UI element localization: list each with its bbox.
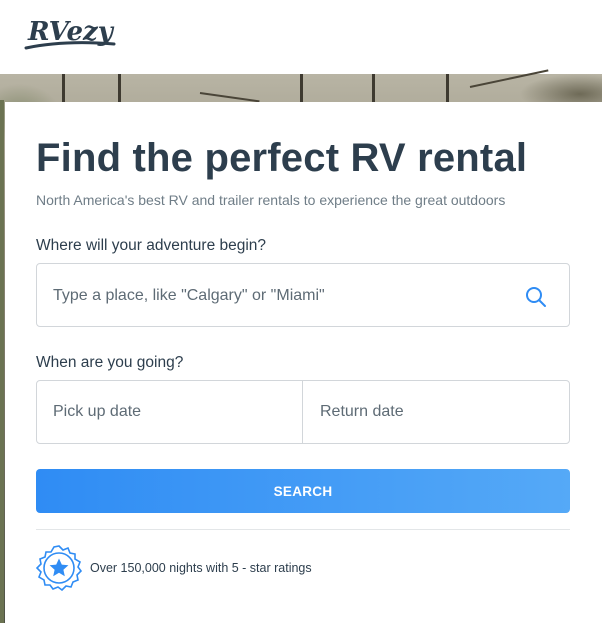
search-card: Find the perfect RV rental North America…	[5, 102, 602, 623]
rvezy-logo[interactable]: RVezy	[24, 10, 124, 60]
return-date-field[interactable]: Return date	[304, 381, 570, 443]
search-icon[interactable]	[525, 286, 547, 308]
tree-trunk	[0, 100, 4, 623]
location-placeholder: Type a place, like "Calgary" or "Miami"	[53, 287, 325, 304]
tree-trunk	[118, 74, 121, 104]
tree-trunk	[372, 74, 375, 104]
tree-trunk	[446, 74, 449, 104]
pickup-date-placeholder: Pick up date	[53, 403, 142, 420]
dates-label: When are you going?	[36, 354, 184, 371]
divider	[36, 529, 570, 530]
rating-summary-text: Over 150,000 nights with 5 - star rating…	[90, 561, 312, 575]
date-range-picker: Pick up date Return date	[36, 380, 570, 444]
return-date-placeholder: Return date	[320, 403, 404, 420]
pickup-date-field[interactable]: Pick up date	[37, 381, 303, 443]
tree-trunk	[300, 74, 303, 104]
location-input[interactable]: Type a place, like "Calgary" or "Miami"	[36, 263, 570, 327]
page-title: Find the perfect RV rental	[36, 136, 528, 180]
star-badge-icon	[36, 545, 82, 591]
location-label: Where will your adventure begin?	[36, 237, 267, 254]
top-navigation-bar: RVezy	[0, 0, 602, 74]
search-button[interactable]: SEARCH	[36, 469, 570, 513]
tree-trunk	[62, 74, 65, 104]
page-subtitle: North America's best RV and trailer rent…	[36, 192, 506, 208]
